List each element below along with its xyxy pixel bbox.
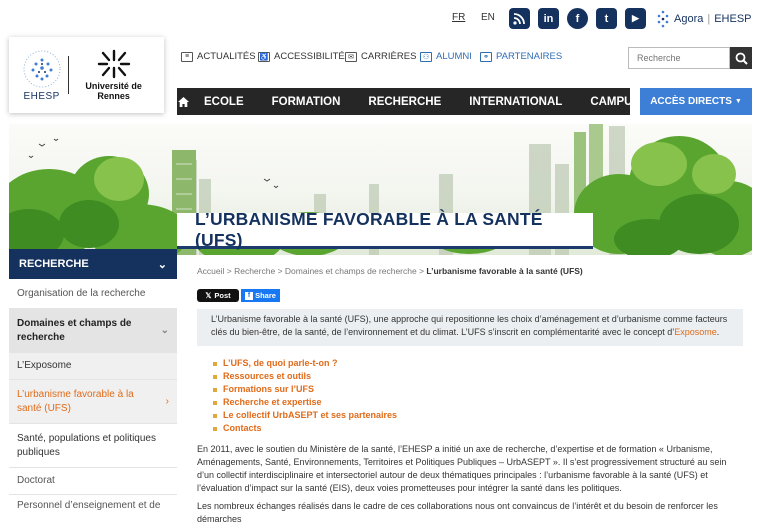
- chevron-down-icon: ⌄: [157, 258, 167, 271]
- agora-logo-icon: [657, 10, 669, 28]
- ehesp-emblem-icon: [23, 50, 61, 87]
- intro-text: L’Urbanisme favorable à la santé (UFS), …: [211, 314, 728, 337]
- nav-formation[interactable]: FORMATION: [258, 88, 355, 115]
- sidebar-item-label: Domaines et champs de recherche: [17, 317, 132, 343]
- anchor-link-collectif[interactable]: Le collectif UrbASEPT et ses partenaires: [213, 409, 397, 422]
- youtube-icon[interactable]: ▶: [625, 8, 646, 29]
- search-icon: [735, 52, 748, 65]
- utility-alumni-label: ALUMNI: [436, 51, 472, 62]
- linkedin-icon[interactable]: in: [538, 8, 559, 29]
- facebook-share-button[interactable]: f Share: [241, 289, 280, 302]
- utility-accessibilite-label: ACCESSIBILITÉ: [274, 51, 345, 62]
- paragraph-echanges: Les nombreux échanges réalisés dans le c…: [197, 501, 718, 524]
- handshake-icon: ⚭: [480, 51, 492, 62]
- agora-ehesp-label: EHESP: [714, 13, 752, 25]
- twitter-icon[interactable]: t: [596, 8, 617, 29]
- breadcrumb-current: L’urbanisme favorable à la santé (UFS): [426, 266, 583, 276]
- anchor-link-recherche[interactable]: Recherche et expertise: [213, 396, 397, 409]
- lang-en-link[interactable]: EN: [481, 12, 495, 23]
- sidebar-heading[interactable]: RECHERCHE ⌄: [9, 249, 177, 279]
- exposome-link[interactable]: Exposome: [674, 327, 717, 337]
- agora-label: Agora: [674, 13, 704, 25]
- breadcrumb-recherche[interactable]: Recherche: [234, 266, 275, 276]
- acces-directs-button[interactable]: ACCÈS DIRECTS ▼: [640, 88, 752, 115]
- sidebar-item-label: Doctorat: [17, 475, 55, 486]
- users-icon: ⚇: [420, 51, 432, 62]
- intro-end: .: [716, 327, 720, 337]
- agora-ehesp-link[interactable]: Agora | EHESP: [656, 8, 752, 30]
- facebook-icon: f: [245, 291, 254, 300]
- anchor-links: L’UFS, de quoi parle-t-on ? Ressources e…: [213, 357, 397, 435]
- chevron-down-icon: ⌄: [160, 324, 169, 336]
- rss-icon[interactable]: [509, 8, 530, 29]
- rennes-emblem-icon: [97, 49, 130, 79]
- utility-accessibilite[interactable]: ♿ ACCESSIBILITÉ: [258, 51, 345, 62]
- page-title-box: L’URBANISME FAVORABLE À LA SANTÉ (UFS): [177, 209, 593, 250]
- anchor-link-ressources[interactable]: Ressources et outils: [213, 370, 397, 383]
- caret-down-icon: ▼: [734, 98, 742, 105]
- chevron-right-icon: ›: [165, 395, 169, 407]
- nav-ecole[interactable]: ECOLE: [190, 88, 258, 115]
- utility-alumni[interactable]: ⚇ ALUMNI: [420, 51, 472, 62]
- ehesp-logo-text: EHESP: [23, 90, 60, 102]
- sidebar-item-label: L’urbanisme favorable à la santé (UFS): [17, 388, 134, 414]
- search-input[interactable]: [628, 47, 730, 69]
- utility-actualites-label: ACTUALITÉS: [197, 51, 256, 62]
- rennes-logo[interactable]: Université de Rennes: [69, 49, 158, 101]
- breadcrumb: Accueil > Recherche > Domaines et champs…: [197, 266, 583, 276]
- newspaper-icon: ≡: [181, 51, 193, 62]
- acces-directs-label: ACCÈS DIRECTS: [650, 96, 732, 107]
- share-label: Share: [255, 291, 276, 300]
- anchor-link-contacts[interactable]: Contacts: [213, 422, 397, 435]
- tweet-label: Post: [214, 291, 231, 300]
- anchor-link-ufs[interactable]: L’UFS, de quoi parle-t-on ?: [213, 357, 397, 370]
- utility-partenaires-label: PARTENAIRES: [496, 51, 563, 62]
- sidebar-item-doctorat[interactable]: Doctorat: [9, 468, 177, 495]
- utility-carrieres[interactable]: ✉ CARRIÈRES: [345, 51, 416, 62]
- breadcrumb-accueil[interactable]: Accueil: [197, 266, 224, 276]
- utility-actualites[interactable]: ≡ ACTUALITÉS: [181, 51, 256, 62]
- sidebar-item-sante-populations[interactable]: Santé, populations et politiques publiqu…: [9, 424, 177, 468]
- sidebar-item-label: Organisation de la recherche: [17, 288, 146, 299]
- home-icon[interactable]: [177, 88, 190, 115]
- sidebar-item-personnel[interactable]: Personnel d’enseignement et de: [9, 495, 177, 516]
- main-nav: ECOLE FORMATION RECHERCHE INTERNATIONAL …: [177, 88, 640, 115]
- accessibility-icon: ♿: [258, 51, 270, 62]
- rennes-logo-text: Université de Rennes: [85, 81, 142, 101]
- page-title: L’URBANISME FAVORABLE À LA SANTÉ (UFS): [195, 208, 543, 250]
- envelope-icon: ✉: [345, 51, 357, 62]
- sidebar-item-ufs[interactable]: L’urbanisme favorable à la santé (UFS) ›: [9, 380, 177, 424]
- x-logo-icon: 𝕏: [205, 291, 212, 300]
- intro-box: L’Urbanisme favorable à la santé (UFS), …: [197, 309, 743, 346]
- facebook-icon[interactable]: f: [567, 8, 588, 29]
- logo-card[interactable]: EHESP Université de Rennes: [9, 37, 164, 113]
- sidebar-heading-label: RECHERCHE: [19, 258, 89, 270]
- sidebar-item-label: L’Exposome: [17, 360, 72, 371]
- sidebar-item-organisation[interactable]: Organisation de la recherche: [9, 280, 177, 309]
- utility-partenaires[interactable]: ⚭ PARTENAIRES: [480, 51, 562, 62]
- search-button[interactable]: [730, 47, 752, 69]
- utility-carrieres-label: CARRIÈRES: [361, 51, 417, 62]
- sidebar-item-exposome[interactable]: L’Exposome: [9, 353, 177, 380]
- sidebar-item-domaines[interactable]: Domaines et champs de recherche ⌄: [9, 309, 177, 353]
- sidebar-item-label: Personnel d’enseignement et de: [17, 499, 161, 511]
- sidebar-item-label: Santé, populations et politiques publiqu…: [17, 432, 156, 458]
- paragraph-intro: En 2011, avec le soutien du Ministère de…: [197, 444, 727, 493]
- breadcrumb-domaines[interactable]: Domaines et champs de recherche: [285, 266, 417, 276]
- nav-recherche[interactable]: RECHERCHE: [354, 88, 455, 115]
- nav-international[interactable]: INTERNATIONAL: [455, 88, 576, 115]
- anchor-link-formations[interactable]: Formations sur l’UFS: [213, 383, 397, 396]
- lang-fr-link[interactable]: FR: [452, 12, 465, 23]
- tweet-button[interactable]: 𝕏 Post: [197, 289, 239, 302]
- ehesp-logo[interactable]: EHESP: [15, 49, 68, 102]
